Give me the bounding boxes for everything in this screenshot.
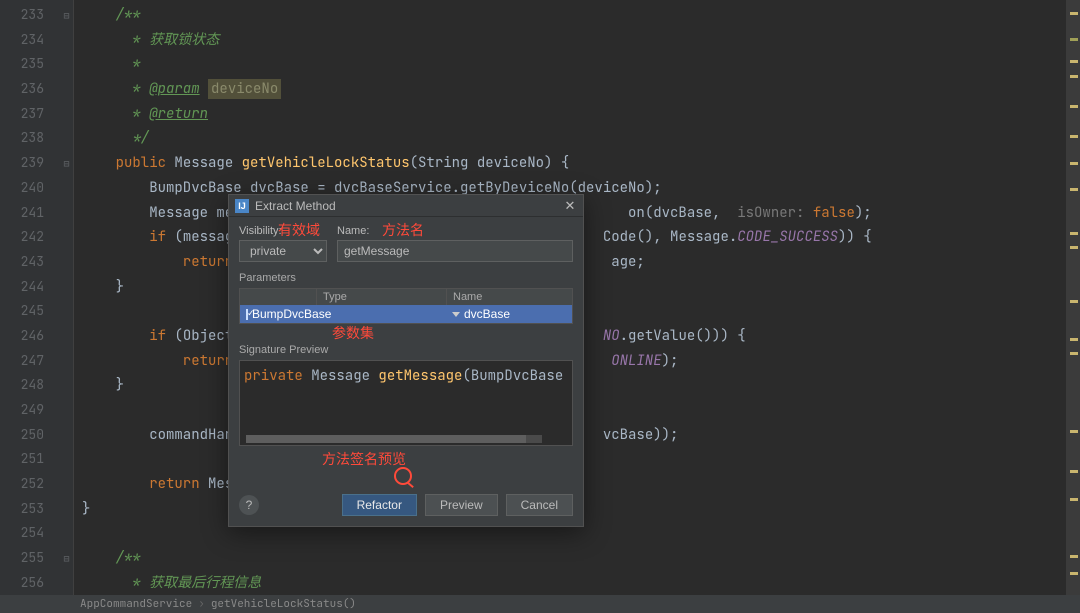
extract-method-dialog: IJ Extract Method ✕ Visibility: private … (228, 194, 584, 527)
fold-minus-icon[interactable]: ⊟ (60, 3, 73, 28)
dialog-titlebar[interactable]: IJ Extract Method ✕ (229, 195, 583, 217)
param-header: Type Name (240, 289, 572, 305)
preview-button[interactable]: Preview (425, 494, 498, 516)
param-row[interactable]: BumpDvcBase dvcBase (240, 305, 572, 323)
close-icon[interactable]: ✕ (563, 199, 577, 213)
dialog-title: Extract Method (255, 199, 336, 213)
checkbox-icon[interactable] (246, 309, 248, 320)
marker-stripe[interactable] (1066, 0, 1080, 595)
ij-icon: IJ (235, 199, 249, 213)
signature-preview: private Message getMessage(BumpDvcBase d… (239, 360, 573, 446)
method-name-input[interactable] (337, 240, 573, 262)
line-number-gutter: 233234235 236237238 239240241 242243244 … (0, 0, 60, 595)
fold-column: ⊟ ⊟ ⊟ (60, 0, 74, 595)
fold-minus-icon[interactable]: ⊟ (60, 151, 73, 176)
breadcrumb-class[interactable]: AppCommandService (80, 597, 192, 611)
name-label: Name: (337, 225, 573, 237)
parameters-label: Parameters (239, 272, 573, 284)
fold-minus-icon[interactable]: ⊟ (60, 546, 73, 571)
chevron-down-icon[interactable] (452, 312, 460, 317)
horizontal-scrollbar[interactable] (246, 435, 542, 443)
help-button[interactable]: ? (239, 495, 259, 515)
visibility-label: Visibility: (239, 225, 327, 237)
refactor-button[interactable]: Refactor (342, 494, 417, 516)
signature-preview-label: Signature Preview (239, 344, 573, 356)
breadcrumb-bar: AppCommandService › getVehicleLockStatus… (0, 595, 1080, 613)
parameters-table[interactable]: Type Name BumpDvcBase dvcBase (239, 288, 573, 324)
visibility-select[interactable]: private (239, 240, 327, 262)
cancel-button[interactable]: Cancel (506, 494, 573, 516)
breadcrumb-method[interactable]: getVehicleLockStatus() (211, 597, 356, 611)
